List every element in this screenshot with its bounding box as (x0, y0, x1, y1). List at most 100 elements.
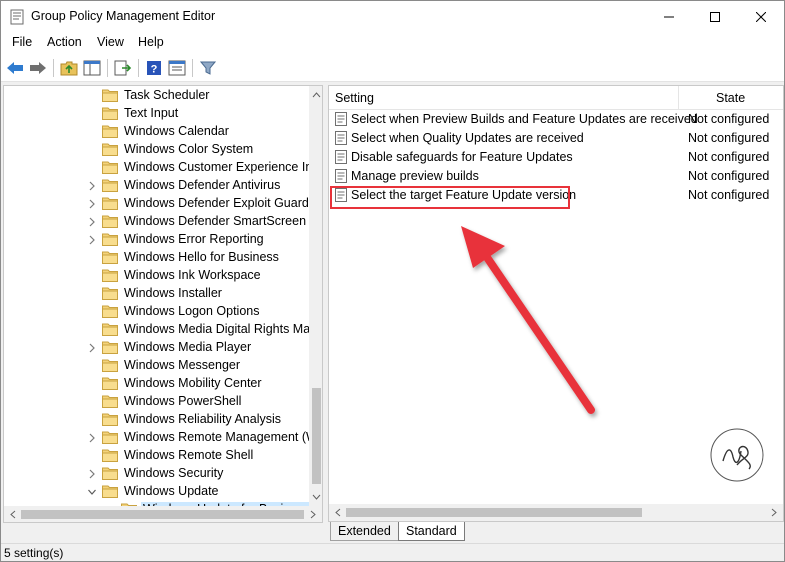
tree-item[interactable]: Windows Reliability Analysis (4, 411, 310, 429)
expand-chevron-icon[interactable] (87, 216, 97, 228)
tree-item[interactable]: Task Scheduler (4, 87, 310, 105)
navigation-tree[interactable]: Task Scheduler Text Input Windows Calendar… (3, 85, 323, 523)
scroll-down-icon[interactable] (309, 491, 323, 503)
export-list-icon (114, 60, 132, 76)
tree-horizontal-scrollbar[interactable] (4, 506, 322, 523)
tree-item[interactable]: Windows Media Digital Rights Mar (4, 321, 314, 339)
tree-item-label: Windows Update (124, 484, 219, 498)
up-one-level-button[interactable] (59, 58, 79, 78)
menu-file[interactable]: File (12, 35, 32, 49)
menu-help[interactable]: Help (138, 35, 164, 49)
forward-button[interactable] (28, 58, 48, 78)
svg-text:?: ? (151, 64, 158, 76)
menu-action[interactable]: Action (47, 35, 82, 49)
properties-button[interactable] (167, 58, 187, 78)
folder-icon (102, 287, 118, 300)
tree-item[interactable]: Windows Hello for Business (4, 249, 310, 267)
policy-setting-icon (335, 112, 347, 126)
tree-vertical-scroll-thumb[interactable] (312, 388, 321, 484)
close-button[interactable] (738, 1, 784, 32)
title-bar[interactable]: Group Policy Management Editor (1, 1, 784, 32)
view-tabs: Extended Standard (328, 522, 784, 542)
tree-item[interactable]: Windows Defender Antivirus (4, 177, 310, 195)
tree-item[interactable]: Windows Update (4, 483, 310, 501)
export-list-button[interactable] (113, 58, 133, 78)
tree-item-label: Windows Defender Antivirus (124, 178, 281, 192)
tree-item[interactable]: Windows Remote Management (W (4, 429, 318, 447)
tree-item-label: Windows Logon Options (124, 304, 260, 318)
tree-item[interactable]: Windows Defender SmartScreen (4, 213, 310, 231)
scroll-right-icon[interactable] (307, 506, 319, 523)
folder-icon (102, 89, 118, 102)
policy-row[interactable]: Disable safeguards for Feature Updates No… (329, 148, 783, 167)
folder-icon (102, 449, 118, 462)
tree-item[interactable]: Windows Customer Experience Imp (4, 159, 322, 177)
app-icon (10, 9, 24, 25)
tree-item-label: Windows Messenger (124, 358, 241, 372)
expand-chevron-icon[interactable] (87, 234, 97, 246)
collapse-chevron-icon[interactable] (87, 486, 97, 498)
tree-vertical-scrollbar[interactable] (309, 86, 323, 506)
scroll-up-icon[interactable] (309, 89, 323, 101)
show-hide-tree-button[interactable] (82, 58, 102, 78)
expand-chevron-icon[interactable] (87, 432, 97, 444)
tree-item[interactable]: Windows Ink Workspace (4, 267, 310, 285)
tree-item[interactable]: Windows Messenger (4, 357, 310, 375)
tree-item[interactable]: Windows Security (4, 465, 310, 483)
tree-item[interactable]: Windows Color System (4, 141, 310, 159)
folder-icon (102, 431, 118, 444)
show-hide-tree-icon (83, 60, 101, 76)
menu-bar: File Action View Help (1, 32, 784, 54)
policy-row[interactable]: Select when Quality Updates are received… (329, 129, 783, 148)
folder-icon (102, 395, 118, 408)
scroll-left-icon[interactable] (7, 506, 19, 523)
scroll-left-icon[interactable] (332, 504, 344, 521)
folder-icon (102, 359, 118, 372)
tree-item-label: Windows Defender SmartScreen (124, 214, 307, 228)
policy-row[interactable]: Select when Preview Builds and Feature U… (329, 110, 783, 129)
folder-icon (102, 215, 118, 228)
policy-row[interactable]: Manage preview builds Not configured (329, 167, 783, 186)
back-button[interactable] (5, 58, 25, 78)
tree-item-label: Windows Ink Workspace (124, 268, 261, 282)
tree-item-label: Windows Calendar (124, 124, 229, 138)
tree-item[interactable]: Windows Media Player (4, 339, 310, 357)
policy-name: Disable safeguards for Feature Updates (351, 150, 573, 164)
expand-chevron-icon[interactable] (87, 468, 97, 480)
list-horizontal-scrollbar[interactable] (329, 504, 783, 521)
policy-setting-icon (335, 150, 347, 164)
app-window: Group Policy Management Editor File Acti… (0, 0, 785, 562)
folder-icon (102, 377, 118, 390)
help-button[interactable]: ? (144, 58, 164, 78)
tree-item[interactable]: Windows Logon Options (4, 303, 310, 321)
maximize-button[interactable] (692, 1, 738, 32)
tree-item[interactable]: Text Input (4, 105, 310, 123)
policy-state: Not configured (688, 169, 770, 183)
tree-item[interactable]: Windows Mobility Center (4, 375, 310, 393)
tree-item[interactable]: Windows Installer (4, 285, 310, 303)
expand-chevron-icon[interactable] (87, 198, 97, 210)
scroll-right-icon[interactable] (768, 504, 780, 521)
tab-standard[interactable]: Standard (398, 522, 465, 541)
tree-item[interactable]: Windows Calendar (4, 123, 310, 141)
minimize-button[interactable] (646, 1, 692, 32)
minimize-icon (664, 16, 674, 17)
filter-button[interactable] (198, 58, 218, 78)
expand-chevron-icon[interactable] (87, 180, 97, 192)
list-horizontal-scroll-thumb[interactable] (346, 508, 642, 517)
menu-view[interactable]: View (97, 35, 124, 49)
column-header-state[interactable]: State (679, 86, 783, 110)
column-header-setting[interactable]: Setting (329, 86, 679, 110)
expand-chevron-icon[interactable] (87, 342, 97, 354)
tree-horizontal-scroll-thumb[interactable] (21, 510, 304, 519)
tree-item[interactable]: Windows Error Reporting (4, 231, 310, 249)
folder-icon (102, 467, 118, 480)
folder-icon (102, 161, 118, 174)
toolbar-separator (53, 59, 54, 77)
tree-item[interactable]: Windows Defender Exploit Guard (4, 195, 310, 213)
up-folder-icon (60, 61, 78, 76)
tree-item-label: Windows Mobility Center (124, 376, 262, 390)
tree-item[interactable]: Windows PowerShell (4, 393, 310, 411)
tree-item[interactable]: Windows Remote Shell (4, 447, 310, 465)
tab-extended[interactable]: Extended (330, 522, 399, 541)
